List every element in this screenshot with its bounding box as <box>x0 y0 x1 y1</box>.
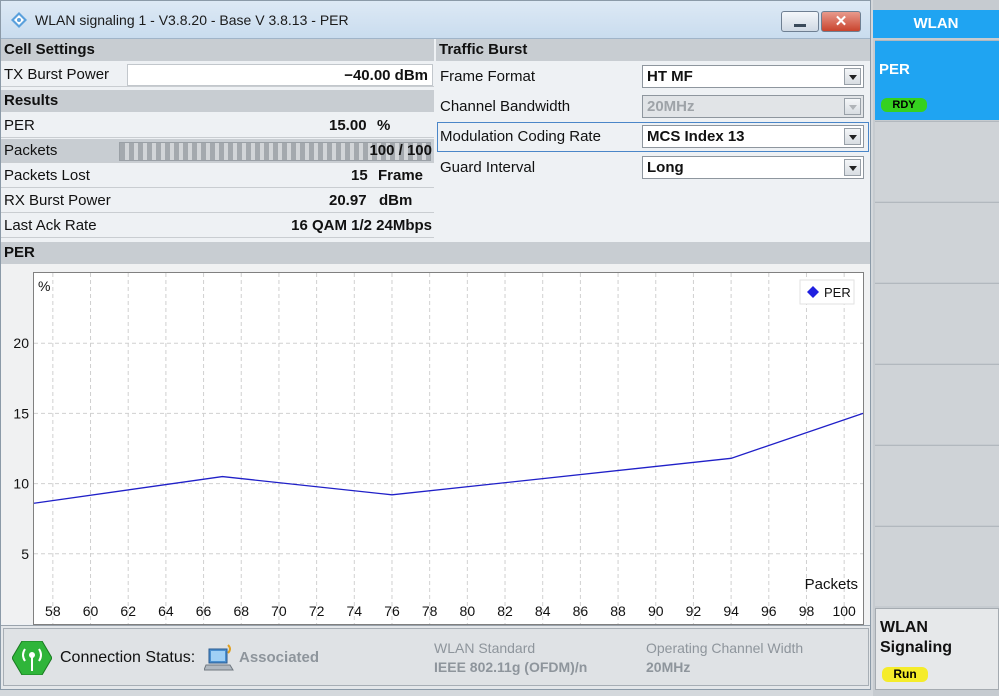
x-tick-label: 94 <box>723 603 739 619</box>
softkey-empty-3[interactable] <box>875 283 999 363</box>
x-tick-label: 82 <box>497 603 513 619</box>
x-axis-label: Packets <box>805 576 858 593</box>
x-tick-label: 96 <box>761 603 777 619</box>
app: WLAN signaling 1 - V3.8.20 - Base V 3.8.… <box>0 0 999 696</box>
antenna-icon <box>12 641 52 675</box>
status-bar-inner: Connection Status: Associated WLAN Stand… <box>3 628 869 686</box>
x-tick-label: 66 <box>196 603 212 619</box>
y-tick-label: 10 <box>13 476 29 492</box>
per-series-line <box>33 412 864 504</box>
softkey-panel: WLAN PER RDY WLAN Signaling Run <box>873 0 999 696</box>
connection-status-label: Connection Status: <box>60 649 196 666</box>
x-tick-label: 84 <box>535 603 551 619</box>
x-tick-label: 72 <box>309 603 325 619</box>
x-tick-label: 58 <box>45 603 61 619</box>
per-chart: 58 60 62 64 66 68 70 72 74 76 78 80 82 84 86 88 90 92 94 96… <box>13 273 864 624</box>
y-tick-label: 15 <box>13 405 29 421</box>
x-tick-label: 100 <box>832 603 856 619</box>
x-tick-label: 68 <box>233 603 249 619</box>
wlan-standard-label: WLAN Standard <box>434 640 536 656</box>
wlan-signaling-softkey[interactable]: WLAN Signaling Run <box>875 608 999 690</box>
x-tick-label: 98 <box>799 603 815 619</box>
x-tick-label: 60 <box>83 603 99 619</box>
channel-width-label: Operating Channel Width <box>646 640 804 656</box>
status-bar: Connection Status: Associated WLAN Stand… <box>1 625 870 689</box>
channel-width-value: 20MHz <box>646 659 691 675</box>
legend-label: PER <box>824 285 851 300</box>
x-tick-label: 74 <box>347 603 363 619</box>
x-tick-label: 80 <box>460 603 476 619</box>
softkey-panel-header: WLAN <box>873 10 999 38</box>
x-tick-label: 88 <box>610 603 626 619</box>
softkey-empty-5[interactable] <box>875 445 999 525</box>
wlan-signaling-label-line2: Signaling <box>880 639 952 656</box>
softkey-empty-1[interactable] <box>875 121 999 201</box>
main-window: WLAN signaling 1 - V3.8.20 - Base V 3.8.… <box>0 0 871 690</box>
x-tick-label: 76 <box>384 603 400 619</box>
connection-status-value: Associated <box>239 649 320 666</box>
softkey-empty-4[interactable] <box>875 364 999 444</box>
x-tick-label: 78 <box>422 603 438 619</box>
y-tick-label: 20 <box>13 335 29 351</box>
associated-laptop-icon <box>204 644 234 671</box>
x-tick-label: 70 <box>271 603 287 619</box>
softkey-empty-6[interactable] <box>875 526 999 606</box>
x-tick-label: 92 <box>686 603 702 619</box>
wlan-signaling-label-line1: WLAN <box>880 619 928 636</box>
softkey-empty-2[interactable] <box>875 202 999 282</box>
rdy-badge: RDY <box>881 98 927 112</box>
x-tick-label: 90 <box>648 603 664 619</box>
wlan-standard-value: IEEE 802.11g (OFDM)/n <box>434 659 588 675</box>
x-tick-label: 86 <box>573 603 589 619</box>
run-badge: Run <box>882 667 928 682</box>
softkey-per-label: PER <box>879 61 910 78</box>
x-tick-label: 64 <box>158 603 174 619</box>
y-tick-label: 5 <box>21 546 29 562</box>
y-axis-label: % <box>38 278 50 294</box>
softkey-per[interactable]: PER RDY <box>875 40 999 120</box>
x-tick-label: 62 <box>120 603 136 619</box>
